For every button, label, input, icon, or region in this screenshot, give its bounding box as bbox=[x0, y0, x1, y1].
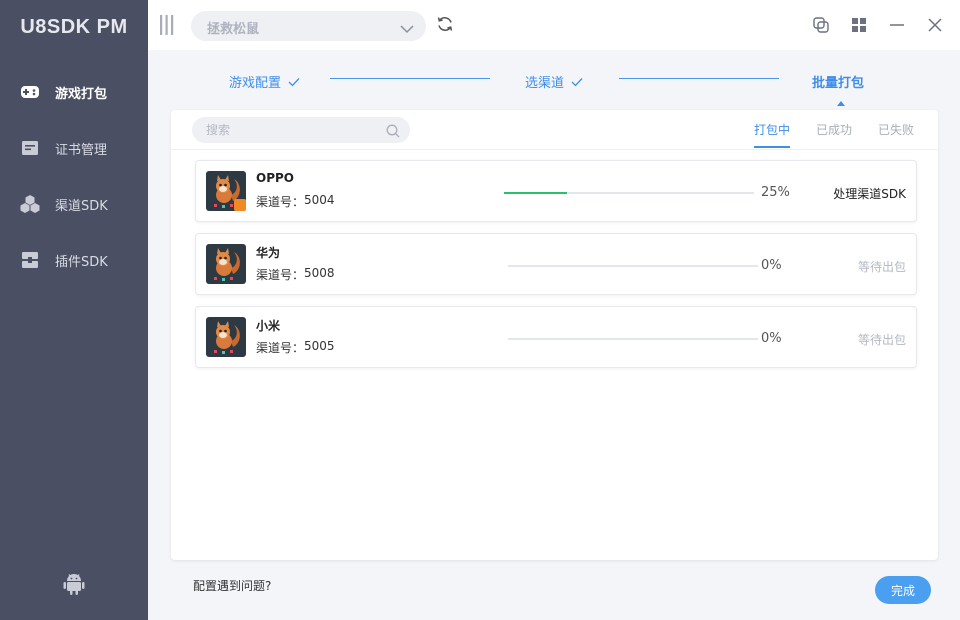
cubes-icon bbox=[20, 194, 40, 214]
current-step-caret bbox=[837, 101, 845, 106]
done-button[interactable]: 完成 bbox=[875, 576, 931, 604]
sidebar-item-label: 证书管理 bbox=[55, 142, 108, 158]
step-batch-packaging: 批量打包 bbox=[812, 76, 865, 91]
refresh-icon[interactable] bbox=[436, 15, 454, 33]
channel-id: 5005 bbox=[304, 339, 335, 353]
channel-status: 处理渠道SDK bbox=[833, 187, 906, 201]
tab-packaging[interactable]: 打包中 bbox=[754, 121, 790, 138]
chevron-down-icon bbox=[400, 20, 414, 34]
panel-header: 打包中 已成功 已失败 bbox=[171, 110, 938, 150]
minimize-icon[interactable] bbox=[888, 16, 906, 34]
help-link[interactable]: 配置遇到问题? bbox=[193, 577, 271, 594]
search-box bbox=[192, 117, 410, 143]
progress-bar bbox=[508, 265, 758, 267]
channel-name: OPPO bbox=[256, 171, 294, 185]
sidebar-item-label: 插件SDK bbox=[55, 254, 108, 270]
sidebar-item-certificates[interactable]: 证书管理 bbox=[0, 120, 148, 176]
active-tab-indicator bbox=[754, 146, 790, 148]
channel-id-label: 渠道号： bbox=[256, 341, 305, 355]
top-bar: 拯救松鼠 bbox=[148, 0, 960, 50]
step-connector bbox=[619, 78, 779, 79]
android-icon[interactable] bbox=[62, 572, 86, 596]
channel-row: OPPO 渠道号： 5004 25% 处理渠道SDK bbox=[195, 160, 917, 222]
grid-icon[interactable] bbox=[850, 16, 868, 34]
step-connector bbox=[330, 78, 490, 79]
certificate-icon bbox=[20, 138, 40, 158]
sidebar-item-channel-sdk[interactable]: 渠道SDK bbox=[0, 176, 148, 232]
channel-row: 小米渠道号： 5005 0% 等待出包 bbox=[195, 306, 917, 368]
channel-name: 华为 bbox=[256, 246, 281, 260]
channel-name: 小米 bbox=[256, 319, 281, 333]
channel-row: 华为渠道号： 5008 0% 等待出包 bbox=[195, 233, 917, 295]
channel-id-label: 渠道号： bbox=[256, 268, 305, 282]
progress-percent: 0% bbox=[761, 331, 782, 346]
menu-icon[interactable] bbox=[160, 15, 174, 35]
app-logo: U8SDK PM bbox=[20, 16, 128, 38]
progress-fill bbox=[504, 192, 567, 194]
channel-badge-icon bbox=[234, 199, 246, 211]
plugin-icon bbox=[20, 250, 40, 270]
gamepad-icon bbox=[20, 82, 40, 102]
progress-bar bbox=[508, 338, 758, 340]
sidebar-item-game-packaging[interactable]: 游戏打包 bbox=[0, 64, 148, 120]
progress-percent: 25% bbox=[761, 185, 790, 200]
progress-bar bbox=[504, 192, 754, 194]
sidebar-nav: 游戏打包 证书管理 渠道SDK 插件SDK bbox=[0, 64, 148, 288]
packaging-panel: 打包中 已成功 已失败 OPPO渠道号：500425%处理渠道SDK华为渠道号：… bbox=[171, 110, 938, 560]
search-input[interactable] bbox=[206, 121, 376, 139]
game-icon bbox=[206, 317, 246, 357]
sidebar-item-label: 渠道SDK bbox=[55, 198, 108, 214]
check-icon bbox=[571, 78, 583, 87]
project-select-value: 拯救松鼠 bbox=[207, 22, 260, 37]
channel-id-label: 渠道号： bbox=[256, 195, 305, 209]
sidebar-item-label: 游戏打包 bbox=[55, 86, 108, 102]
progress-percent: 0% bbox=[761, 258, 782, 273]
channel-status: 等待出包 bbox=[857, 260, 906, 274]
check-icon bbox=[288, 78, 300, 87]
tab-succeeded[interactable]: 已成功 bbox=[816, 121, 852, 138]
sidebar: U8SDK PM 游戏打包 证书管理 渠道SDK 插件SDK bbox=[0, 0, 148, 620]
copy-window-icon[interactable] bbox=[812, 16, 830, 34]
step-select-channel: 选渠道 bbox=[525, 72, 583, 91]
close-icon[interactable] bbox=[926, 16, 944, 34]
channel-id: 5004 bbox=[304, 193, 335, 207]
channel-id: 5008 bbox=[304, 266, 335, 280]
tab-failed[interactable]: 已失败 bbox=[878, 121, 914, 138]
game-icon bbox=[206, 244, 246, 284]
step-game-config: 游戏配置 bbox=[229, 72, 300, 91]
project-select[interactable]: 拯救松鼠 bbox=[191, 11, 426, 41]
channel-status: 等待出包 bbox=[857, 333, 906, 347]
sidebar-item-plugin-sdk[interactable]: 插件SDK bbox=[0, 232, 148, 288]
search-icon[interactable] bbox=[386, 123, 400, 138]
